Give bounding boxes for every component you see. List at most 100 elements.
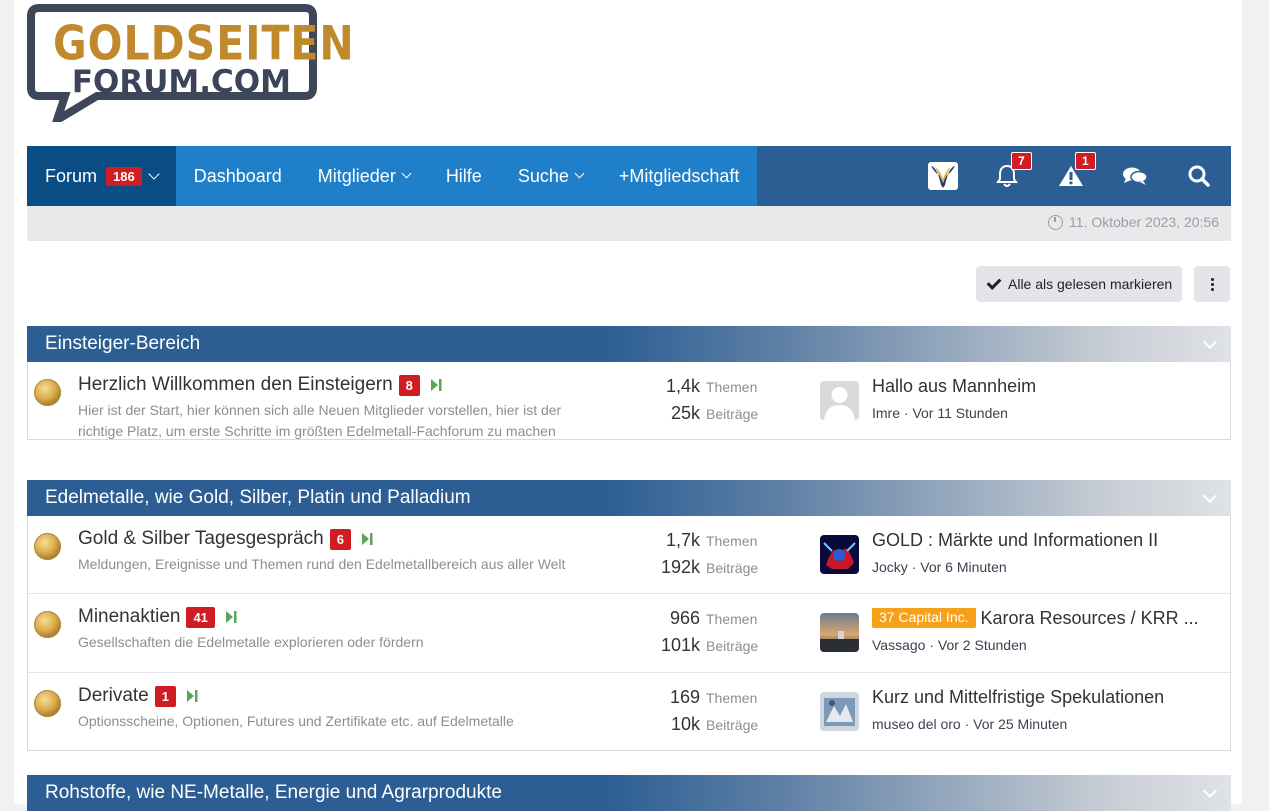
category-edelmetalle: Edelmetalle, wie Gold, Silber, Platin un… [27, 480, 1231, 751]
user-avatar-icon[interactable] [911, 146, 975, 206]
themen-label: Themen [706, 611, 758, 627]
last-post-time[interactable]: Vor 2 Stunden [938, 637, 1027, 653]
themen-label: Themen [706, 690, 758, 706]
last-thread-link[interactable]: Kurz und Mittelfristige Spekulationen [872, 687, 1212, 708]
clock-icon [1048, 214, 1064, 230]
last-post-time[interactable]: Vor 6 Minuten [920, 559, 1006, 575]
forum-node: Gold & Silber Tagesgespräch 6 Meldungen,… [28, 516, 1230, 593]
themen-label: Themen [706, 533, 758, 549]
forum-stats: 1,7k Themen 192k Beiträge [628, 530, 768, 584]
forum-title-link[interactable]: Gold & Silber Tagesgespräch [78, 528, 324, 550]
bell-icon[interactable]: 7 [975, 146, 1039, 206]
nav-tabs: Forum 186 Dashboard Mitglieder Hilfe Suc… [27, 146, 758, 206]
forum-status-icon [34, 690, 61, 717]
jump-to-unread-icon[interactable] [430, 378, 442, 392]
nav-tab-dashboard[interactable]: Dashboard [176, 146, 300, 206]
avatar[interactable] [820, 692, 859, 731]
search-icon[interactable] [1167, 146, 1231, 206]
avatar[interactable] [820, 535, 859, 574]
beitraege-count: 101k [660, 635, 700, 655]
category-rohstoffe: Rohstoffe, wie NE-Metalle, Energie und A… [27, 775, 1231, 811]
category-title: Einsteiger-Bereich [45, 333, 201, 354]
forum-stats: 966 Themen 101k Beiträge [628, 608, 768, 662]
datetime-text: 11. Oktober 2023, 20:56 [1069, 214, 1219, 230]
forum-status-icon [34, 533, 61, 560]
collapse-chevron-icon[interactable] [1202, 488, 1218, 504]
last-post-user[interactable]: Vassago [872, 637, 925, 653]
nav-tab-mitgliedschaft[interactable]: +Mitgliedschaft [601, 146, 758, 206]
collapse-chevron-icon[interactable] [1202, 783, 1218, 799]
avatar[interactable] [820, 613, 859, 652]
last-thread-link[interactable]: GOLD : Märkte und Informationen II [872, 530, 1212, 551]
forum-stats: 1,4k Themen 25k Beiträge [628, 376, 768, 430]
alerts-badge: 1 [1075, 152, 1096, 170]
jump-to-unread-icon[interactable] [225, 610, 237, 624]
vertical-ellipsis-icon [1210, 277, 1214, 291]
themen-count: 1,7k [665, 530, 700, 550]
beitraege-count: 10k [670, 714, 700, 734]
nav-tab-hilfe-label: Hilfe [445, 165, 482, 186]
last-post-time[interactable]: Vor 25 Minuten [973, 716, 1067, 732]
forum-status-icon [34, 611, 61, 638]
nav-tab-dashboard-label: Dashboard [193, 165, 282, 186]
nav-tab-forum[interactable]: Forum 186 [27, 146, 176, 206]
forum-title-link[interactable]: Herzlich Willkommen den Einsteigern [78, 374, 393, 396]
avatar[interactable] [820, 381, 859, 420]
more-options-button[interactable] [1194, 266, 1230, 302]
themen-count: 1,4k [665, 376, 700, 396]
forum-node: Derivate 1 Optionsscheine, Optionen, Fut… [28, 672, 1230, 750]
themen-label: Themen [706, 379, 758, 395]
nav-tab-mitglieder[interactable]: Mitglieder [300, 146, 428, 206]
forum-description: Optionsscheine, Optionen, Futures und Ze… [78, 713, 514, 729]
current-datetime: 11. Oktober 2023, 20:56 [1048, 214, 1219, 230]
page: GOLDSEITEN FORUM.COM Forum 186 Dashboard… [14, 0, 1242, 811]
jump-to-unread-icon[interactable] [361, 532, 373, 546]
themen-count: 966 [669, 608, 700, 628]
category-header[interactable]: Einsteiger-Bereich [27, 326, 1231, 362]
nav-tab-suche-label: Suche [517, 165, 569, 186]
warning-icon[interactable]: 1 [1039, 146, 1103, 206]
nav-tab-suche[interactable]: Suche [500, 146, 601, 206]
last-post-user[interactable]: museo del oro [872, 716, 961, 732]
forum-node: Minenaktien 41 Gesellschaften die Edelme… [28, 593, 1230, 672]
main-navigation: Forum 186 Dashboard Mitglieder Hilfe Suc… [27, 146, 1231, 206]
beitraege-count: 25k [670, 403, 700, 423]
last-post-user[interactable]: Imre [872, 405, 900, 421]
last-thread-link[interactable]: 37 Capital Inc. Karora Resources / KRR ..… [872, 608, 1212, 629]
checkmark-icon [986, 274, 1002, 290]
beitraege-label: Beiträge [706, 560, 759, 576]
forum-description: Meldungen, Ereignisse und Themen rund de… [78, 556, 566, 572]
category-einsteiger: Einsteiger-Bereich Herzlich Willkommen d… [27, 326, 1231, 440]
notifications-badge: 7 [1011, 152, 1032, 170]
chevron-down-icon [574, 168, 585, 179]
conversations-icon[interactable] [1103, 146, 1167, 206]
unread-count-badge: 1 [154, 685, 176, 707]
collapse-chevron-icon[interactable] [1202, 334, 1218, 350]
category-header[interactable]: Edelmetalle, wie Gold, Silber, Platin un… [27, 480, 1231, 516]
site-logo[interactable]: GOLDSEITEN FORUM.COM [27, 2, 355, 122]
last-post-user[interactable]: Jocky [872, 559, 908, 575]
forum-title-link[interactable]: Derivate [78, 685, 149, 707]
category-title: Rohstoffe, wie NE-Metalle, Energie und A… [45, 782, 502, 803]
nav-user-icons: 7 1 [911, 146, 1231, 206]
nav-tab-hilfe[interactable]: Hilfe [428, 146, 500, 206]
unread-count-badge: 8 [398, 374, 420, 396]
themen-count: 169 [669, 687, 700, 707]
nav-tab-forum-label: Forum [45, 165, 98, 186]
forum-unread-badge: 186 [106, 166, 142, 186]
forum-description: Hier ist der Start, hier können sich all… [78, 402, 562, 439]
last-thread-link[interactable]: Hallo aus Mannheim [872, 376, 1212, 397]
unread-count-badge: 6 [329, 528, 351, 550]
nav-tab-mitgliedschaft-label: +Mitgliedschaft [618, 165, 740, 186]
thread-prefix-label[interactable]: 37 Capital Inc. [872, 608, 976, 628]
beitraege-label: Beiträge [706, 406, 759, 422]
mark-all-read-button[interactable]: Alle als gelesen markieren [976, 266, 1183, 302]
logo-text-gold: GOLDSEITEN [53, 16, 355, 72]
sub-navigation-bar: 11. Oktober 2023, 20:56 [27, 206, 1231, 241]
chevron-down-icon [401, 168, 412, 179]
forum-status-icon [34, 379, 61, 406]
forum-title-link[interactable]: Minenaktien [78, 606, 180, 628]
last-post-time[interactable]: Vor 11 Stunden [912, 405, 1007, 421]
category-header[interactable]: Rohstoffe, wie NE-Metalle, Energie und A… [27, 775, 1231, 811]
jump-to-unread-icon[interactable] [186, 689, 198, 703]
